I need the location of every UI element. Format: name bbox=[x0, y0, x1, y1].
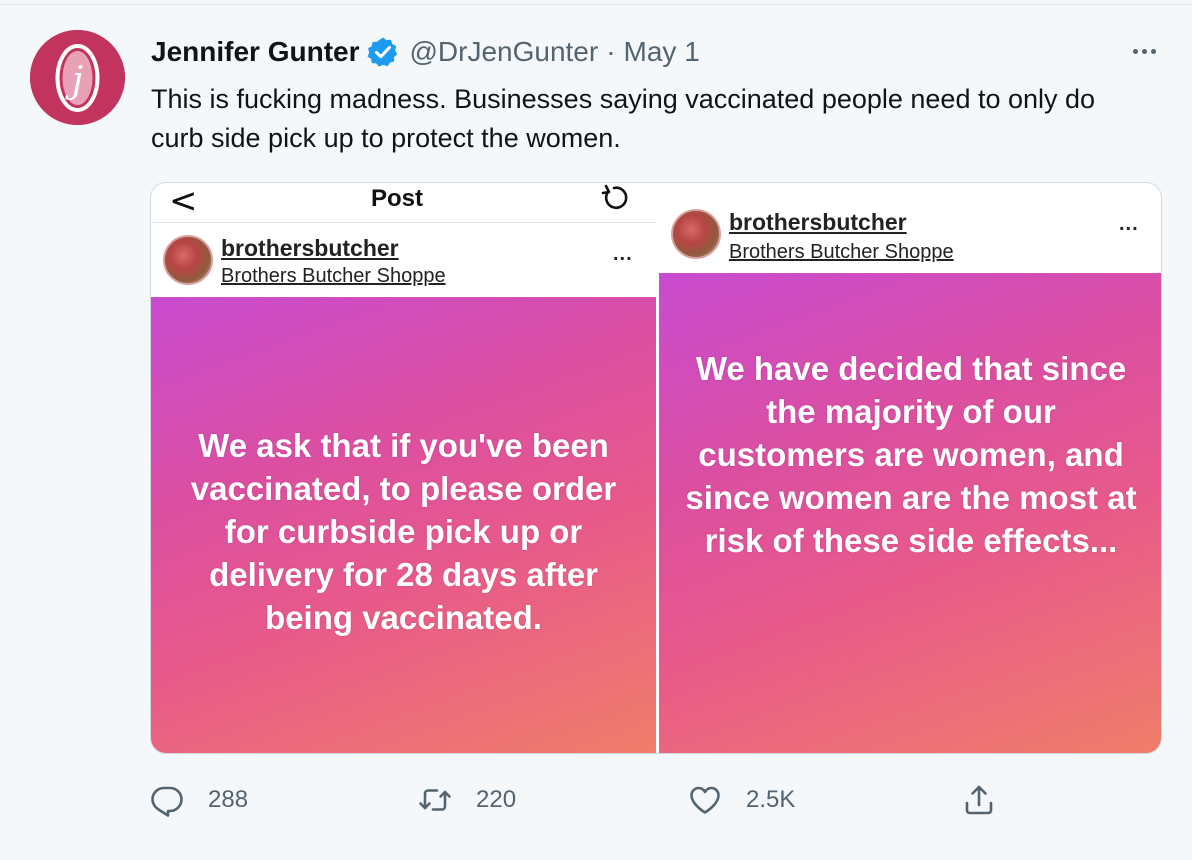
instagram-avatar bbox=[671, 209, 721, 259]
instagram-story-gradient: We have decided that since the majority … bbox=[659, 273, 1161, 753]
instagram-story-text: We have decided that since the majority … bbox=[685, 349, 1137, 559]
avatar-logo-icon: j bbox=[30, 30, 125, 125]
tweet-text: This is fucking madness. Businesses sayi… bbox=[151, 84, 1096, 153]
instagram-location: Brothers Butcher Shoppe bbox=[221, 265, 446, 287]
retweet-count: 220 bbox=[476, 786, 517, 813]
reply-icon bbox=[151, 786, 183, 817]
instagram-topbar: < Post bbox=[151, 183, 656, 223]
share-button[interactable] bbox=[962, 778, 996, 822]
reply-count: 288 bbox=[208, 786, 249, 813]
verified-badge-icon bbox=[367, 36, 399, 68]
tweet-actions: 288 220 2.5K bbox=[150, 778, 1010, 822]
instagram-post-header: brothersbutcher Brothers Butcher Shoppe … bbox=[151, 225, 656, 297]
like-count: 2.5K bbox=[746, 786, 796, 813]
retweet-button[interactable]: 220 bbox=[418, 778, 516, 822]
back-arrow-icon: < bbox=[169, 183, 198, 221]
author-avatar[interactable]: j bbox=[30, 30, 125, 125]
top-divider bbox=[0, 4, 1192, 5]
separator-dot: · bbox=[606, 36, 616, 67]
instagram-more-icon: ... bbox=[613, 243, 633, 265]
instagram-username: brothersbutcher bbox=[729, 209, 907, 235]
instagram-username: brothersbutcher bbox=[221, 235, 399, 261]
share-icon bbox=[965, 785, 993, 815]
instagram-story-text: We ask that if you've been vaccinated, t… bbox=[190, 426, 617, 636]
tweet-date[interactable]: May 1 bbox=[624, 36, 700, 68]
refresh-icon bbox=[599, 183, 629, 213]
instagram-post-title: Post bbox=[371, 185, 424, 212]
media-image-left[interactable]: < Post brothersbutcher Brothers Butcher … bbox=[151, 183, 656, 753]
instagram-top-strip bbox=[659, 183, 1161, 197]
instagram-story-gradient: We ask that if you've been vaccinated, t… bbox=[151, 297, 656, 753]
instagram-post-header: brothersbutcher Brothers Butcher Shoppe … bbox=[659, 197, 1161, 273]
more-dots-icon[interactable] bbox=[1126, 36, 1162, 66]
instagram-avatar bbox=[163, 235, 213, 285]
author-name[interactable]: Jennifer Gunter bbox=[151, 36, 359, 68]
tweet-header: Jennifer Gunter @DrJenGunter · May 1 bbox=[151, 32, 700, 72]
author-handle[interactable]: @DrJenGunter bbox=[409, 36, 598, 68]
tweet-media[interactable]: < Post brothersbutcher Brothers Butcher … bbox=[150, 182, 1162, 754]
media-image-right[interactable]: brothersbutcher Brothers Butcher Shoppe … bbox=[659, 183, 1161, 753]
reply-button[interactable]: 288 bbox=[150, 778, 248, 822]
instagram-more-icon: ... bbox=[1119, 213, 1139, 235]
instagram-location: Brothers Butcher Shoppe bbox=[729, 241, 954, 263]
like-button[interactable]: 2.5K bbox=[688, 778, 795, 822]
retweet-icon bbox=[419, 789, 451, 811]
heart-icon bbox=[690, 786, 720, 814]
